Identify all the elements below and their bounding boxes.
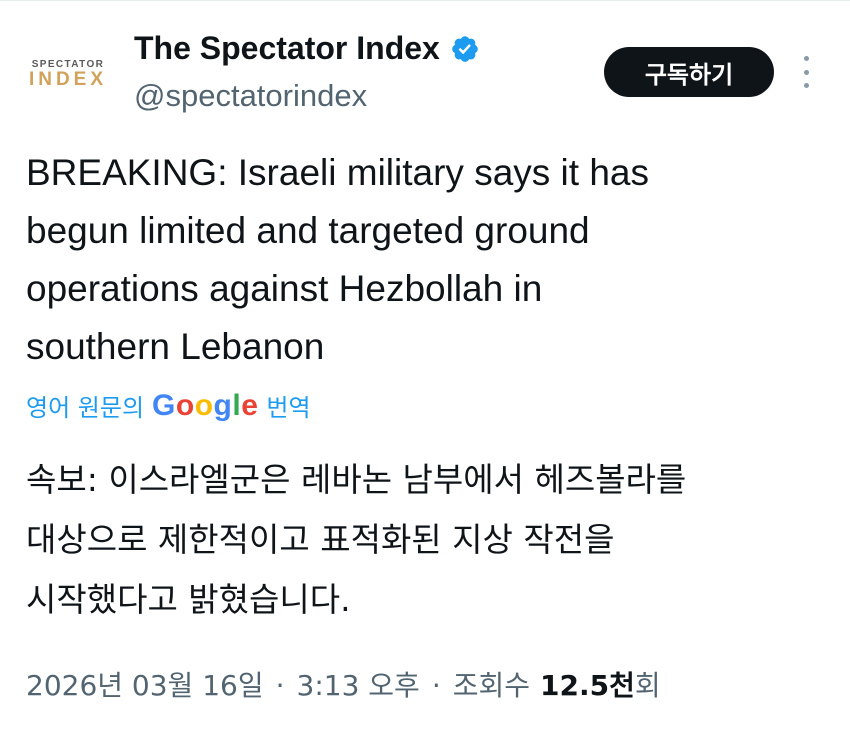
tweet-meta: 2026년 03월 16일 · 3:13 오후 · 조회수 12.5천 회 xyxy=(26,664,661,704)
verified-badge-icon[interactable] xyxy=(450,34,480,64)
top-divider xyxy=(0,0,850,1)
tweet-text-line: begun limited and targeted ground xyxy=(26,210,590,251)
tweet-text-line: operations against Hezbollah in xyxy=(26,268,543,309)
meta-separator: · xyxy=(275,669,285,702)
subscribe-button[interactable]: 구독하기 xyxy=(604,47,774,97)
translated-text-line: 시작했다고 밝혔습니다. xyxy=(26,580,351,619)
avatar-text-bottom: INDEX xyxy=(28,69,108,90)
author-name-row: The Spectator Index xyxy=(134,30,480,67)
more-dot xyxy=(803,69,809,75)
more-dot xyxy=(803,83,809,88)
author-display-name[interactable]: The Spectator Index xyxy=(134,30,440,67)
tweet-text: BREAKING: Israeli military says it has b… xyxy=(26,144,826,376)
views-count[interactable]: 12.5천 xyxy=(540,664,635,704)
translate-tail-text: 번역 xyxy=(266,394,311,422)
tweet-text-line: BREAKING: Israeli military says it has xyxy=(26,152,649,193)
translated-text: 속보: 이스라엘군은 레바논 남부에서 헤즈볼라를 대상으로 제한적이고 표적화… xyxy=(26,450,836,630)
tweet-text-line: southern Lebanon xyxy=(26,326,325,367)
author-handle[interactable]: @spectatorindex xyxy=(134,78,367,114)
translated-text-line: 속보: 이스라엘군은 레바논 남부에서 헤즈볼라를 xyxy=(26,460,687,499)
google-logo: Google xyxy=(152,388,259,422)
avatar[interactable]: SPECTATOR INDEX xyxy=(22,50,114,100)
tweet-time[interactable]: 3:13 오후 xyxy=(297,664,420,704)
views-label: 조회수 xyxy=(452,669,531,702)
translated-text-line: 대상으로 제한적이고 표적화된 지상 작전을 xyxy=(26,520,615,559)
more-options-icon[interactable] xyxy=(796,56,816,88)
translate-link[interactable]: 영어 원문의 Google 번역 xyxy=(26,388,311,423)
translate-lead-text: 영어 원문의 xyxy=(26,394,145,422)
meta-separator: · xyxy=(431,669,441,702)
views-suffix: 회 xyxy=(634,669,661,702)
tweet-date[interactable]: 2026년 03월 16일 xyxy=(26,664,264,704)
more-dot xyxy=(803,56,809,61)
